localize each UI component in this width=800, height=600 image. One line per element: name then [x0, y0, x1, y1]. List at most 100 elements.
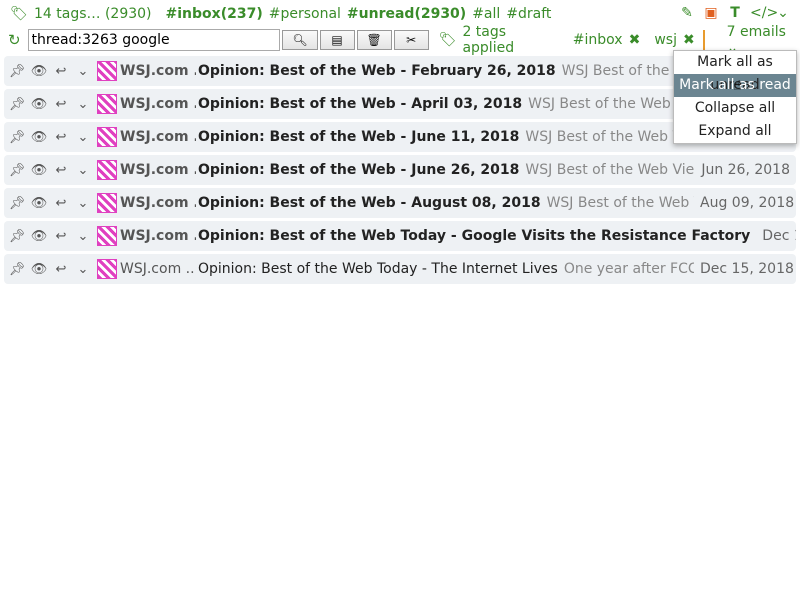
- email-subject: Opinion: Best of the Web - February 26, …: [198, 63, 556, 79]
- email-subject: Opinion: Best of the Web - June 11, 2018: [198, 129, 520, 145]
- avatar: [97, 160, 117, 180]
- email-snippet: WSJ Best of the Web View this er: [546, 195, 694, 211]
- avatar: [97, 61, 117, 81]
- code-icon[interactable]: </>: [750, 4, 778, 22]
- chevron-down-icon[interactable]: ⌄: [72, 262, 94, 277]
- eye-icon[interactable]: 👁︎: [28, 196, 50, 211]
- archive-icon: ▤: [331, 33, 343, 47]
- eye-icon[interactable]: 👁︎: [28, 130, 50, 145]
- email-snippet: WSJ Best of the Web View this e: [525, 129, 694, 145]
- hand-cursor-icon: ☝: [733, 78, 742, 94]
- chevron-down-icon[interactable]: ⌄: [72, 130, 94, 145]
- pin-icon[interactable]: 📌︎: [6, 262, 28, 277]
- text-format-icon[interactable]: T: [726, 4, 744, 22]
- refresh-icon[interactable]: ↻: [8, 31, 24, 49]
- email-row[interactable]: 📌︎👁︎↩⌄ WSJ.com ...Opinion: Best of the We…: [4, 221, 796, 251]
- delete-button[interactable]: 🗑︎: [356, 30, 392, 50]
- avatar: [97, 94, 117, 114]
- tag-unread[interactable]: #unread(2930): [347, 6, 466, 22]
- image-icon[interactable]: ▣: [702, 4, 720, 22]
- remove-inbox-icon[interactable]: ✖: [629, 32, 641, 48]
- pin-icon[interactable]: 📌︎: [6, 196, 28, 211]
- eye-icon[interactable]: 👁︎: [28, 163, 50, 178]
- chevron-down-icon[interactable]: ⌄: [72, 163, 94, 178]
- pin-icon[interactable]: 📌︎: [6, 97, 28, 112]
- reply-icon[interactable]: ↩: [50, 196, 72, 211]
- reply-icon[interactable]: ↩: [50, 130, 72, 145]
- search-bar: ↻ 🔍︎ ▤ 🗑︎ ✂ 🏷 2 tags applied #inbox ✖ ws…: [0, 24, 800, 56]
- pin-icon[interactable]: 📌︎: [6, 64, 28, 79]
- eye-icon[interactable]: 👁︎: [28, 64, 50, 79]
- pin-icon[interactable]: 📌︎: [6, 229, 28, 244]
- remove-wsj-icon[interactable]: ✖: [683, 32, 695, 48]
- emails-menu: Mark all as unread Mark all as read Coll…: [673, 50, 797, 144]
- chevron-down-icon[interactable]: ⌄: [72, 196, 94, 211]
- email-subject: Opinion: Best of the Web - June 26, 2018: [198, 162, 520, 178]
- email-from: WSJ.com ...: [120, 162, 196, 178]
- avatar: [97, 193, 117, 213]
- tag-icon: 🏷: [10, 6, 28, 22]
- applied-tag-wsj[interactable]: wsj: [654, 32, 677, 48]
- separator: [702, 30, 705, 50]
- email-row[interactable]: 📌︎👁︎↩⌄ WSJ.com ...Opinion: Best of the We…: [4, 155, 796, 185]
- reply-icon[interactable]: ↩: [50, 97, 72, 112]
- eye-icon[interactable]: 👁︎: [28, 97, 50, 112]
- menu-item-mark-unread[interactable]: Mark all as unread: [674, 51, 796, 93]
- avatar: [97, 259, 117, 279]
- email-row[interactable]: 📌︎👁︎↩⌄ WSJ.com ...Opinion: Best of the We…: [4, 188, 796, 218]
- applied-tags: 🏷 2 tags applied #inbox ✖ wsj ✖: [439, 24, 695, 56]
- email-from: WSJ.com ...: [120, 63, 196, 79]
- chevron-down-icon[interactable]: ⌄: [774, 4, 792, 22]
- tag-personal[interactable]: #personal: [269, 6, 341, 22]
- compose-icon[interactable]: ✎: [678, 4, 696, 22]
- email-snippet: One year after FCC Chairn: [563, 261, 694, 277]
- email-snippet: WSJ Best of the Web View this email: [525, 162, 694, 178]
- email-from: WSJ.com ...: [120, 228, 196, 244]
- email-date: Dec 15, 2018: [700, 261, 794, 277]
- search-icon: 🔍︎: [292, 33, 308, 47]
- eye-icon[interactable]: 👁︎: [28, 229, 50, 244]
- email-subject: Opinion: Best of the Web - April 03, 201…: [198, 96, 523, 112]
- email-subject: Opinion: Best of the Web - August 08, 20…: [198, 195, 541, 211]
- email-from: WSJ.com ...: [120, 96, 196, 112]
- email-from: WSJ.com ...: [120, 195, 196, 211]
- reply-icon[interactable]: ↩: [50, 163, 72, 178]
- email-from: WSJ.com ...: [120, 129, 196, 145]
- email-subject: Opinion: Best of the Web Today - Google …: [198, 228, 751, 244]
- top-right-toolbar: ✎ ▣ T </> ⌄: [678, 4, 792, 22]
- email-row[interactable]: 📌︎👁︎↩⌄ WSJ.com ...Opinion: Best of the We…: [4, 254, 796, 284]
- avatar: [97, 127, 117, 147]
- tags-applied-icon: 🏷: [438, 32, 457, 48]
- avatar: [97, 226, 117, 246]
- tags-applied-label[interactable]: 2 tags applied: [462, 24, 554, 56]
- chevron-down-icon[interactable]: ⌄: [72, 229, 94, 244]
- menu-item-collapse[interactable]: Collapse all: [674, 97, 796, 120]
- applied-tag-inbox[interactable]: #inbox: [573, 32, 623, 48]
- tag-draft[interactable]: #draft: [506, 6, 551, 22]
- pin-icon[interactable]: 📌︎: [6, 130, 28, 145]
- chevron-down-icon[interactable]: ⌄: [72, 64, 94, 79]
- reply-icon[interactable]: ↩: [50, 64, 72, 79]
- reply-icon[interactable]: ↩: [50, 262, 72, 277]
- email-date: Jun 26, 2018: [701, 162, 790, 178]
- email-date: Aug 09, 2018: [700, 195, 795, 211]
- unlink-button[interactable]: ✂: [393, 30, 429, 50]
- pin-icon[interactable]: 📌︎: [6, 163, 28, 178]
- tags-summary[interactable]: 14 tags… (2930): [34, 6, 152, 22]
- email-snippet: WSJ Best of the Web View this e: [528, 96, 694, 112]
- search-input[interactable]: [27, 29, 281, 51]
- tag-inbox[interactable]: #inbox(237): [166, 6, 263, 22]
- trash-icon: 🗑︎: [366, 33, 382, 47]
- emails-count: 7 emails: [726, 24, 786, 40]
- email-subject: Opinion: Best of the Web Today - The Int…: [198, 261, 558, 277]
- chevron-down-icon[interactable]: ⌄: [72, 97, 94, 112]
- reply-icon[interactable]: ↩: [50, 229, 72, 244]
- unlink-icon: ✂: [406, 33, 417, 47]
- archive-button[interactable]: ▤: [319, 30, 355, 50]
- menu-item-expand[interactable]: Expand all: [674, 120, 796, 143]
- email-from: WSJ.com ...: [120, 261, 196, 277]
- search-button[interactable]: 🔍︎: [282, 30, 318, 50]
- eye-icon[interactable]: 👁︎: [28, 262, 50, 277]
- email-date: Dec 12, 2018: [762, 228, 796, 244]
- tag-all[interactable]: #all: [472, 6, 500, 22]
